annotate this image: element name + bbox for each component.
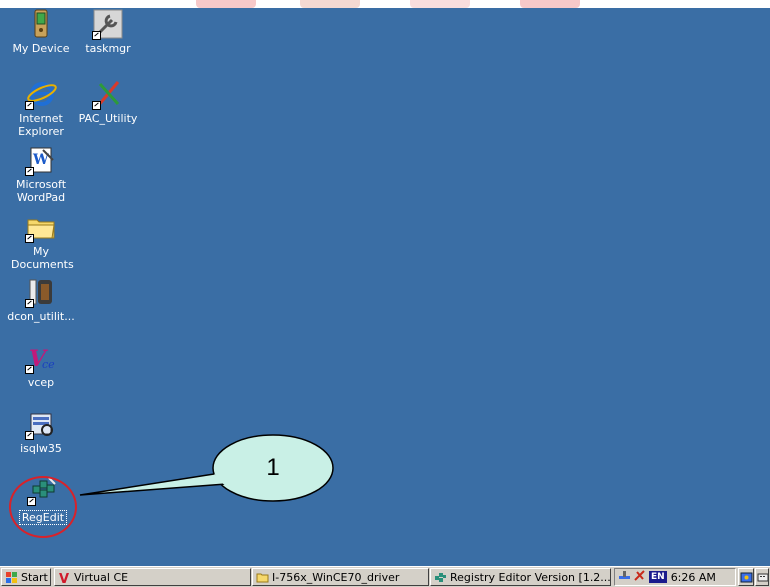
desktop[interactable]: My Device taskmgr Internet Explorer PAC_… — [0, 8, 770, 566]
taskbar-button-folder[interactable]: I-756x_WinCE70_driver — [252, 568, 429, 586]
windows-flag-icon — [5, 571, 18, 584]
keyboard-icon — [757, 571, 768, 584]
virtual-ce-icon: V — [58, 571, 71, 586]
system-tray: EN 6:26 AM — [614, 568, 736, 586]
taskbar-button-label: Registry Editor Version [1.2... — [450, 570, 611, 584]
top-watermark-strip — [0, 0, 770, 8]
network-icon[interactable] — [618, 569, 631, 585]
watermark-shape — [520, 0, 580, 8]
svg-text:V: V — [59, 572, 69, 584]
folder-icon — [256, 571, 269, 584]
show-desktop-icon — [740, 571, 753, 584]
watermark-shape — [410, 0, 470, 8]
taskbar: Start V Virtual CE I-756x_WinCE70_driver… — [0, 566, 770, 587]
regedit-icon — [434, 571, 447, 584]
taskbar-button-label: Virtual CE — [74, 570, 129, 584]
watermark-shape — [300, 0, 360, 8]
start-button[interactable]: Start — [1, 568, 51, 586]
taskbar-button-virtual-ce[interactable]: V Virtual CE — [54, 568, 251, 586]
desktop-button[interactable] — [738, 568, 754, 586]
callout-highlight-ring — [9, 476, 77, 538]
input-language-badge[interactable]: EN — [649, 571, 667, 583]
callout-number: 1 — [266, 454, 280, 481]
callout-bubble — [79, 434, 334, 502]
clock[interactable]: 6:26 AM — [671, 571, 716, 584]
start-label: Start — [21, 570, 48, 584]
taskbar-button-registry-editor[interactable]: Registry Editor Version [1.2... — [430, 568, 611, 586]
keyboard-button[interactable] — [755, 568, 769, 586]
usb-connection-icon[interactable] — [633, 569, 646, 585]
taskbar-button-label: I-756x_WinCE70_driver — [272, 570, 400, 584]
watermark-shape — [196, 0, 256, 8]
